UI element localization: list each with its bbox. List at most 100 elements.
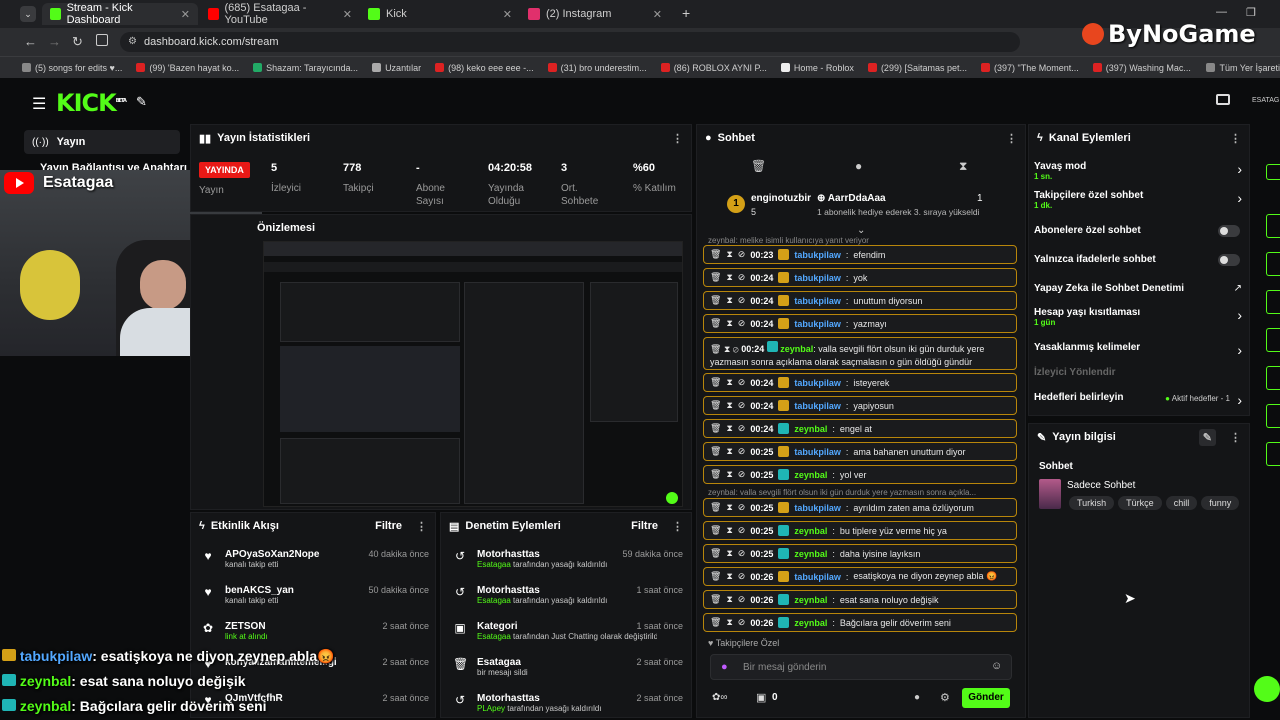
chat-message[interactable]: 🗑 ⧗ ⊘ 00:25 tabukpilaw: ayrıldım zaten ama ö… — [703, 498, 1017, 517]
chat-message[interactable]: 🗑 ⧗ ⊘ 00:25 tabukpilaw: ama bahanen unuttum … — [703, 442, 1017, 461]
option-goals[interactable]: Hedefleri belirleyin ● Aktif hedefler - 1… — [1034, 392, 1248, 408]
subscribers-only-toggle[interactable] — [1218, 225, 1240, 237]
tag[interactable]: funny — [1201, 496, 1240, 510]
kebab-menu-icon[interactable]: ⋮ — [1006, 132, 1017, 145]
chat-message-input[interactable]: ● Bir mesaj gönderin ☺ — [710, 654, 1012, 680]
trash-icon[interactable]: 🗑 — [710, 344, 721, 354]
chat-message[interactable]: 🗑 ⧗ ⊘ 00:26 zeynbal: Bağcılara gelir döverim… — [703, 613, 1017, 632]
trash-icon[interactable]: 🗑 — [751, 159, 766, 173]
tag[interactable]: Turkish — [1069, 496, 1115, 510]
message-user[interactable]: tabukpilaw — [794, 572, 841, 582]
trash-icon[interactable]: 🗑 — [710, 548, 721, 559]
external-link-icon[interactable]: ↗ — [1234, 283, 1242, 294]
trash-icon[interactable]: 🗑 — [710, 446, 721, 457]
option-emotes-only[interactable]: Yalnızca ifadelerle sohbet — [1034, 254, 1248, 268]
chat-message[interactable]: 🗑 ⧗ ⊘ 00:24 tabukpilaw: yapiyosun — [703, 396, 1017, 415]
option-slow-mode[interactable]: Yavaş mod 1 sn. › — [1034, 161, 1248, 183]
hourglass-icon[interactable]: ⧗ — [726, 446, 732, 457]
message-user[interactable]: tabukpilaw — [794, 250, 841, 260]
toolbar-button[interactable] — [1266, 214, 1280, 238]
message-user[interactable]: zeynbal — [794, 549, 827, 559]
trash-icon[interactable]: 🗑 — [710, 318, 721, 329]
url-input[interactable]: ⚙ dashboard.kick.com/stream — [120, 32, 1020, 52]
chevron-right-icon[interactable]: › — [1237, 392, 1242, 408]
new-tab-icon[interactable]: + — [682, 5, 690, 21]
support-chat-icon[interactable] — [1254, 676, 1280, 702]
all-bookmarks[interactable]: Tüm Yer İşareti — [1206, 63, 1280, 73]
points-icon[interactable]: ✿∞ — [712, 692, 728, 703]
kebab-menu-icon[interactable]: ⋮ — [672, 132, 683, 145]
bookmark-2[interactable]: Shazam: Tarayıcında... — [253, 63, 358, 73]
microphone-icon[interactable]: ● — [721, 661, 728, 673]
message-user[interactable]: tabukpilaw — [794, 447, 841, 457]
ban-icon[interactable]: ⊘ — [738, 446, 746, 457]
close-tab-icon[interactable]: ✕ — [181, 8, 190, 21]
ban-icon[interactable]: ⊘ — [738, 272, 746, 283]
bookmark-8[interactable]: (299) [Saitamas pet... — [867, 63, 967, 73]
hourglass-icon[interactable]: ⧗ — [724, 344, 730, 354]
hourglass-icon[interactable]: ⧗ — [726, 525, 732, 536]
chevron-right-icon[interactable]: › — [1237, 307, 1242, 323]
ban-icon[interactable]: ⊘ — [738, 249, 746, 260]
message-user[interactable]: tabukpilaw — [794, 273, 841, 283]
message-user[interactable]: tabukpilaw — [794, 503, 841, 513]
ban-icon[interactable]: ⊘ — [738, 318, 746, 329]
preview-video[interactable] — [263, 241, 683, 507]
option-subscribers-only[interactable]: Abonelere özel sohbet — [1034, 225, 1248, 239]
close-tab-icon[interactable]: ✕ — [503, 8, 512, 21]
chat-message[interactable]: 🗑 ⧗ ⊘ 00:24 tabukpilaw: yazmayı — [703, 314, 1017, 333]
message-user[interactable]: zeynbal — [794, 424, 827, 434]
message-user[interactable]: tabukpilaw — [794, 401, 841, 411]
split-view-icon[interactable] — [96, 34, 108, 46]
chat-message[interactable]: 🗑 ⧗ ⊘ 00:26 zeynbal: esat sana noluyo değişi… — [703, 590, 1017, 609]
filter-button[interactable]: Filtre — [375, 520, 402, 532]
ban-icon[interactable]: ⊘ — [738, 525, 746, 536]
bookmark-9[interactable]: (397) "The Moment... — [980, 63, 1079, 73]
kick-logo[interactable]: KICKBETA — [56, 89, 127, 117]
hamburger-menu-icon[interactable]: ☰ — [32, 94, 46, 114]
chat-message[interactable]: 🗑 ⧗ ⊘ 00:24 zeynbal: engel at — [703, 419, 1017, 438]
gift-icon[interactable]: ▣ — [756, 691, 766, 704]
trash-icon[interactable]: 🗑 — [710, 249, 721, 260]
trash-icon[interactable]: 🗑 — [710, 571, 721, 582]
hourglass-icon[interactable]: ⧗ — [959, 159, 967, 174]
toolbar-button[interactable] — [1266, 164, 1280, 180]
emoji-icon[interactable]: ☺ — [991, 660, 1002, 672]
hourglass-icon[interactable]: ⧗ — [726, 423, 732, 434]
ban-icon[interactable]: ⊘ — [738, 400, 746, 411]
trash-icon[interactable]: 🗑 — [710, 400, 721, 411]
message-user[interactable]: zeynbal — [794, 618, 827, 628]
ban-icon[interactable]: ⊘ — [738, 594, 746, 605]
toolbar-button[interactable] — [1266, 290, 1280, 314]
bookmark-6[interactable]: (86) ROBLOX AYNI P... — [660, 63, 767, 73]
option-banned-words[interactable]: Yasaklanmış kelimeler › — [1034, 342, 1248, 358]
ban-icon[interactable]: ⊘ — [738, 502, 746, 513]
message-user[interactable]: zeynbal — [794, 526, 827, 536]
message-user[interactable]: tabukpilaw — [794, 378, 841, 388]
chat-message[interactable]: 🗑 ⧗ ⊘ 00:25 zeynbal: yol ver — [703, 465, 1017, 484]
tab-kick[interactable]: Kick ✕ — [360, 3, 520, 25]
hourglass-icon[interactable]: ⧗ — [726, 617, 732, 628]
hourglass-icon[interactable]: ⧗ — [726, 571, 732, 582]
forward-icon[interactable]: → — [48, 34, 61, 49]
ban-icon[interactable]: ⊘ — [738, 548, 746, 559]
edit-icon[interactable]: ✎ — [1198, 428, 1216, 446]
tag[interactable]: Türkçe — [1118, 496, 1162, 510]
trash-icon[interactable]: 🗑 — [710, 502, 721, 513]
chat-message[interactable]: 🗑 ⧗ ⊘ 00:24 tabukpilaw: unuttum diyorsun — [703, 291, 1017, 310]
close-tab-icon[interactable]: ✕ — [653, 8, 662, 21]
option-followers-only[interactable]: Takipçilere özel sohbet 1 dk. › — [1034, 190, 1248, 212]
trash-icon[interactable]: 🗑 — [710, 423, 721, 434]
message-user[interactable]: zeynbal — [780, 344, 813, 354]
trash-icon[interactable]: 🗑 — [710, 525, 721, 536]
minimize-icon[interactable]: — — [1216, 6, 1227, 18]
message-user[interactable]: tabukpilaw — [794, 319, 841, 329]
emotes-only-toggle[interactable] — [1218, 254, 1240, 266]
tab-kick-dashboard[interactable]: Stream - Kick Dashboard ✕ — [42, 2, 198, 26]
trash-icon[interactable]: 🗑 — [710, 617, 721, 628]
ban-icon[interactable]: ⊘ — [738, 571, 746, 582]
close-tab-icon[interactable]: ✕ — [343, 8, 352, 21]
sidebar-item-stream[interactable]: ((·)) Yayın — [24, 130, 180, 154]
layout-icon[interactable] — [1216, 94, 1230, 105]
trash-icon[interactable]: 🗑 — [710, 295, 721, 306]
